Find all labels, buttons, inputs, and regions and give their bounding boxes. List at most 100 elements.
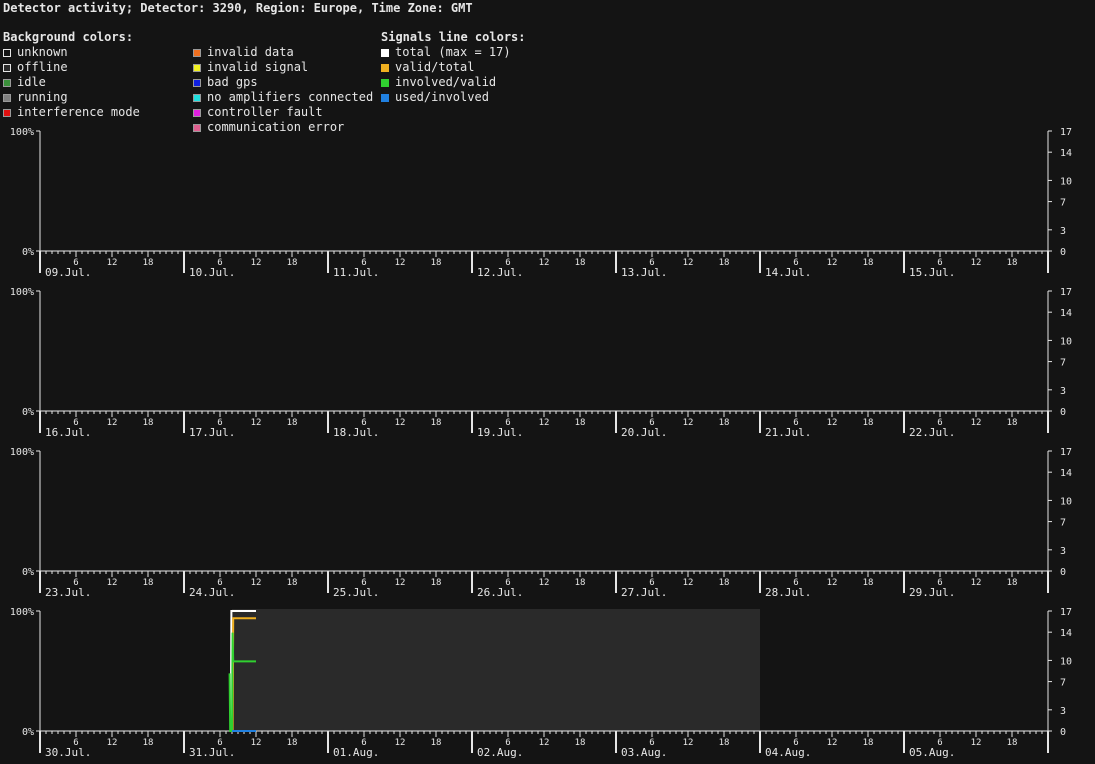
day-label: 03.Aug. <box>621 746 667 759</box>
background-segment <box>232 609 760 731</box>
day-label: 31.Jul. <box>189 746 235 759</box>
right-axis-label: 17 <box>1060 127 1072 138</box>
day-label: 11.Jul. <box>333 266 379 279</box>
hour-tick-label: 18 <box>863 578 874 588</box>
day-label: 17.Jul. <box>189 426 235 439</box>
right-axis-label: 0 <box>1060 727 1066 738</box>
right-axis-label: 10 <box>1060 336 1072 347</box>
hour-tick-label: 12 <box>251 258 262 268</box>
hour-tick-label: 18 <box>143 418 154 428</box>
right-axis-label: 7 <box>1060 518 1066 529</box>
hour-tick-label: 12 <box>683 418 694 428</box>
hour-tick-label: 18 <box>431 578 442 588</box>
left-axis-label: 100% <box>10 447 34 458</box>
day-label: 16.Jul. <box>45 426 91 439</box>
hour-tick-label: 18 <box>863 258 874 268</box>
right-axis-label: 17 <box>1060 607 1072 618</box>
hour-tick-label: 12 <box>827 738 838 748</box>
left-axis-label: 100% <box>10 287 34 298</box>
right-axis-label: 14 <box>1060 628 1072 639</box>
hour-tick-label: 18 <box>1007 738 1018 748</box>
hour-tick-label: 18 <box>575 578 586 588</box>
right-axis-label: 7 <box>1060 358 1066 369</box>
hour-tick-label: 18 <box>431 738 442 748</box>
left-axis-label: 0% <box>22 727 34 738</box>
day-label: 23.Jul. <box>45 586 91 599</box>
right-axis-label: 14 <box>1060 148 1072 159</box>
day-label: 12.Jul. <box>477 266 523 279</box>
hour-tick-label: 12 <box>971 578 982 588</box>
hour-tick-label: 12 <box>107 418 118 428</box>
day-label: 20.Jul. <box>621 426 667 439</box>
day-label: 18.Jul. <box>333 426 379 439</box>
hour-tick-label: 18 <box>575 418 586 428</box>
day-label: 19.Jul. <box>477 426 523 439</box>
day-label: 09.Jul. <box>45 266 91 279</box>
day-label: 22.Jul. <box>909 426 955 439</box>
day-label: 21.Jul. <box>765 426 811 439</box>
right-axis-label: 17 <box>1060 287 1072 298</box>
day-label: 26.Jul. <box>477 586 523 599</box>
hour-tick-label: 18 <box>287 738 298 748</box>
hour-tick-label: 18 <box>431 418 442 428</box>
left-axis-label: 0% <box>22 247 34 258</box>
hour-tick-label: 18 <box>431 258 442 268</box>
left-axis-label: 100% <box>10 607 34 618</box>
hour-tick-label: 18 <box>575 258 586 268</box>
hour-tick-label: 12 <box>539 418 550 428</box>
right-axis-label: 3 <box>1060 386 1066 397</box>
right-axis-label: 0 <box>1060 407 1066 418</box>
hour-tick-label: 18 <box>143 738 154 748</box>
hour-tick-label: 18 <box>719 738 730 748</box>
hour-tick-label: 12 <box>539 738 550 748</box>
day-label: 25.Jul. <box>333 586 379 599</box>
hour-tick-label: 12 <box>827 258 838 268</box>
right-axis-label: 10 <box>1060 496 1072 507</box>
hour-tick-label: 12 <box>971 258 982 268</box>
day-label: 30.Jul. <box>45 746 91 759</box>
right-axis-label: 10 <box>1060 656 1072 667</box>
right-axis-label: 7 <box>1060 678 1066 689</box>
right-axis-label: 0 <box>1060 247 1066 258</box>
hour-tick-label: 18 <box>863 418 874 428</box>
hour-tick-label: 12 <box>539 258 550 268</box>
day-label: 27.Jul. <box>621 586 667 599</box>
hour-tick-label: 18 <box>1007 258 1018 268</box>
hour-tick-label: 12 <box>107 258 118 268</box>
day-label: 10.Jul. <box>189 266 235 279</box>
hour-tick-label: 12 <box>107 578 118 588</box>
hour-tick-label: 12 <box>971 738 982 748</box>
hour-tick-label: 12 <box>971 418 982 428</box>
day-label: 28.Jul. <box>765 586 811 599</box>
hour-tick-label: 12 <box>107 738 118 748</box>
right-axis-label: 3 <box>1060 226 1066 237</box>
hour-tick-label: 18 <box>719 578 730 588</box>
left-axis-label: 0% <box>22 407 34 418</box>
left-axis-label: 0% <box>22 567 34 578</box>
hour-tick-label: 12 <box>395 738 406 748</box>
hour-tick-label: 12 <box>395 578 406 588</box>
right-axis-label: 10 <box>1060 176 1072 187</box>
left-axis-label: 100% <box>10 127 34 138</box>
hour-tick-label: 18 <box>719 418 730 428</box>
hour-tick-label: 18 <box>1007 578 1018 588</box>
hour-tick-label: 12 <box>683 258 694 268</box>
hour-tick-label: 12 <box>683 738 694 748</box>
hour-tick-label: 12 <box>827 578 838 588</box>
hour-tick-label: 12 <box>395 258 406 268</box>
hour-tick-label: 12 <box>251 578 262 588</box>
right-axis-label: 17 <box>1060 447 1072 458</box>
day-label: 24.Jul. <box>189 586 235 599</box>
right-axis-label: 3 <box>1060 546 1066 557</box>
right-axis-label: 3 <box>1060 706 1066 717</box>
day-label: 04.Aug. <box>765 746 811 759</box>
activity-charts: 100%0%1714107306 12 1809.Jul.6 12 1810.Jul.6… <box>10 127 1072 759</box>
hour-tick-label: 12 <box>251 418 262 428</box>
hour-tick-label: 12 <box>251 738 262 748</box>
day-label: 29.Jul. <box>909 586 955 599</box>
right-axis-label: 7 <box>1060 198 1066 209</box>
hour-tick-label: 18 <box>287 578 298 588</box>
hour-tick-label: 18 <box>143 258 154 268</box>
right-axis-label: 14 <box>1060 468 1072 479</box>
right-axis-label: 14 <box>1060 308 1072 319</box>
